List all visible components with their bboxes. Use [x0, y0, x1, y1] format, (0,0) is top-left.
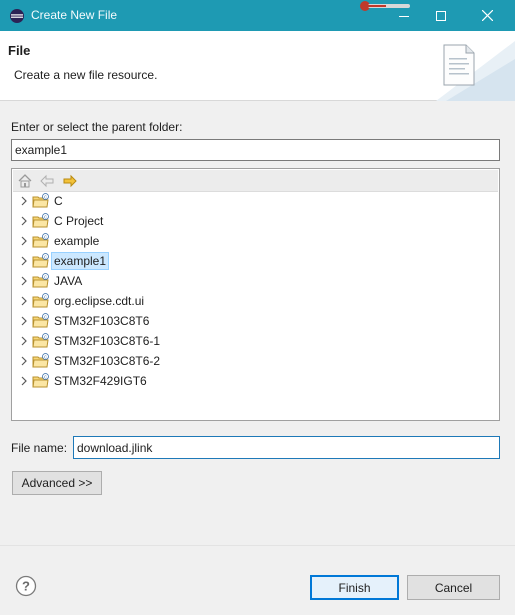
folder-tree[interactable]: cCcC Project c example c example1 c JAVA c org.e…	[11, 168, 500, 421]
minimize-button[interactable]	[386, 0, 422, 31]
footer-separator	[0, 545, 515, 546]
title-bar: Create New File	[0, 0, 515, 31]
svg-text:?: ?	[22, 579, 30, 594]
chevron-right-icon[interactable]	[19, 335, 29, 347]
tree-item-label: STM32F103C8T6-1	[54, 334, 161, 348]
tree-item-label: STM32F103C8T6-2	[54, 354, 161, 368]
home-icon[interactable]	[17, 173, 33, 189]
wizard-title: File	[8, 43, 31, 58]
window-title: Create New File	[31, 8, 118, 22]
close-button[interactable]	[469, 0, 505, 31]
file-name-label: File name:	[11, 441, 68, 455]
tree-item[interactable]: cC	[12, 191, 498, 211]
project-folder-icon: c	[32, 293, 49, 308]
tree-item[interactable]: c org.eclipse.cdt.ui	[12, 291, 498, 311]
project-folder-icon: c	[32, 373, 49, 388]
chevron-right-icon[interactable]	[19, 295, 29, 307]
chevron-right-icon[interactable]	[19, 255, 29, 267]
help-icon[interactable]: ?	[15, 575, 37, 597]
tree-item-label: JAVA	[54, 274, 83, 288]
chevron-right-icon[interactable]	[19, 375, 29, 387]
project-folder-icon: c	[32, 273, 49, 288]
tree-item[interactable]: c C Project	[12, 211, 498, 231]
tree-item[interactable]: c STM32F103C8T6	[12, 311, 498, 331]
project-folder-icon: c	[32, 213, 49, 228]
project-folder-icon: c	[32, 353, 49, 368]
wizard-header: File Create a new file resource.	[0, 31, 515, 101]
advanced-button[interactable]: Advanced >>	[12, 471, 102, 495]
tree-item-label: C	[54, 194, 63, 208]
wizard-description: Create a new file resource.	[14, 68, 158, 82]
tree-item[interactable]: c example	[12, 231, 498, 251]
tree-item-label: C Project	[54, 214, 104, 228]
chevron-right-icon[interactable]	[19, 215, 29, 227]
chevron-right-icon[interactable]	[19, 235, 29, 247]
back-arrow-icon[interactable]	[39, 173, 55, 189]
tree-item[interactable]: c STM32F103C8T6-2	[12, 351, 498, 371]
tree-item-label: STM32F429IGT6	[54, 374, 147, 388]
parent-folder-label: Enter or select the parent folder:	[11, 120, 183, 134]
chevron-right-icon[interactable]	[19, 355, 29, 367]
chevron-right-icon[interactable]	[19, 275, 29, 287]
minimize-icon	[399, 15, 409, 17]
tree-item-label: example1	[51, 252, 110, 270]
eclipse-app-icon	[10, 9, 24, 23]
file-name-input[interactable]	[73, 436, 500, 459]
maximize-icon	[436, 10, 446, 21]
maximize-button[interactable]	[423, 0, 459, 31]
project-folder-icon: c	[32, 253, 49, 268]
tree-item-label: example	[54, 234, 100, 248]
forward-arrow-icon[interactable]	[62, 173, 78, 189]
parent-folder-input[interactable]	[11, 139, 500, 161]
project-folder-icon: c	[32, 233, 49, 248]
tree-item-label: STM32F103C8T6	[54, 314, 150, 328]
chevron-right-icon[interactable]	[19, 195, 29, 207]
tree-item-label: org.eclipse.cdt.ui	[54, 294, 145, 308]
project-folder-icon: c	[32, 313, 49, 328]
tree-toolbar	[13, 170, 498, 192]
close-icon	[481, 10, 493, 21]
chevron-right-icon[interactable]	[19, 315, 29, 327]
cancel-button[interactable]: Cancel	[407, 575, 500, 600]
finish-button[interactable]: Finish	[310, 575, 399, 600]
tree-item[interactable]: c JAVA	[12, 271, 498, 291]
project-folder-icon: c	[32, 193, 49, 208]
tree-item[interactable]: c STM32F429IGT6	[12, 371, 498, 391]
file-wizard-banner-icon	[436, 41, 515, 101]
tree-item[interactable]: c example1	[12, 251, 498, 271]
tree-item[interactable]: c STM32F103C8T6-1	[12, 331, 498, 351]
project-folder-icon: c	[32, 333, 49, 348]
